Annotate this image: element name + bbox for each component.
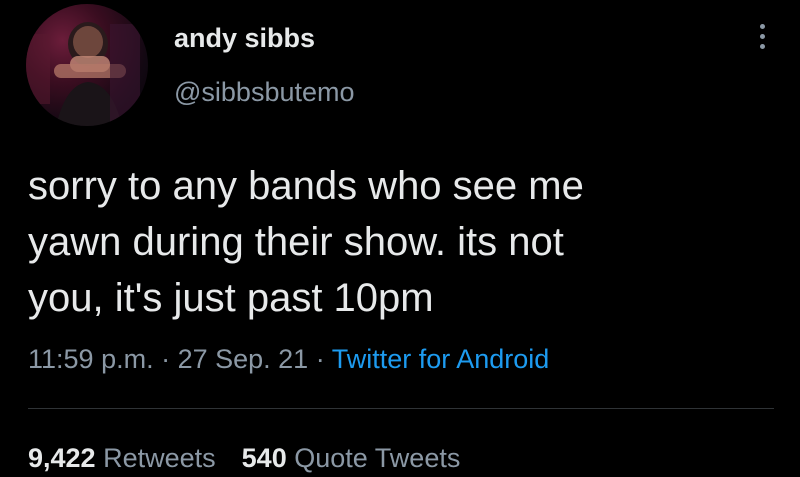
separator: · [308, 344, 332, 374]
tweet-stats: 9,422 Retweets 540 Quote Tweets [28, 443, 460, 474]
separator: · [153, 344, 178, 374]
tweet-source-link[interactable]: Twitter for Android [332, 344, 550, 374]
profile-photo-icon [26, 22, 140, 126]
avatar[interactable] [26, 4, 148, 126]
more-options-button[interactable] [752, 24, 772, 58]
retweets-count: 9,422 [28, 443, 96, 473]
quote-tweets-count: 540 [241, 443, 287, 473]
tweet-text-line: sorry to any bands who see me [28, 164, 584, 208]
retweets-label: Retweets [103, 443, 216, 473]
tweet-card: andy sibbs @sibbsbutemo sorry to any ban… [0, 0, 800, 477]
tweet-date[interactable]: 27 Sep. 21 [178, 344, 309, 374]
display-name[interactable]: andy sibbs [174, 22, 355, 54]
quote-tweets-label: Quote Tweets [294, 443, 461, 473]
tweet-text: sorry to any bands who see me yawn durin… [28, 158, 788, 326]
more-vertical-icon [759, 24, 765, 29]
tweet-text-line: you, it's just past 10pm [28, 276, 434, 320]
quote-tweets-stat[interactable]: 540 Quote Tweets [242, 443, 461, 473]
retweets-stat[interactable]: 9,422 Retweets [28, 443, 216, 473]
tweet-meta: 11:59 p.m. · 27 Sep. 21 · Twitter for An… [28, 344, 549, 375]
tweet-text-line: yawn during their show. its not [28, 220, 564, 264]
user-handle[interactable]: @sibbsbutemo [174, 76, 355, 108]
tweet-header: andy sibbs @sibbsbutemo [174, 22, 355, 108]
divider [28, 408, 774, 409]
tweet-time[interactable]: 11:59 p.m. [28, 344, 154, 374]
